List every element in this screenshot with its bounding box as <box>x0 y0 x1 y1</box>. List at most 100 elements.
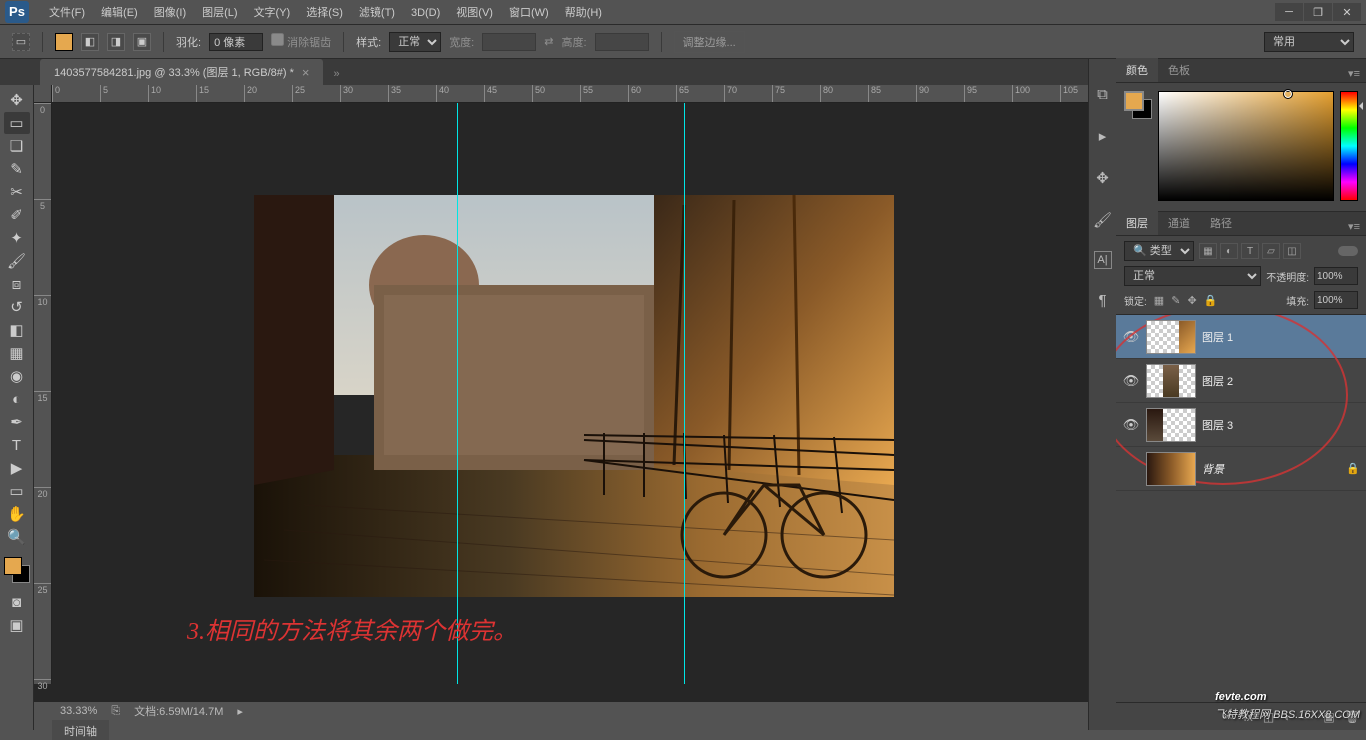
feather-input[interactable] <box>209 33 263 51</box>
paragraph-panel-icon[interactable]: ¶ <box>1092 289 1114 311</box>
menu-F[interactable]: 文件(F) <box>41 4 93 22</box>
channels-tab[interactable]: 通道 <box>1158 211 1200 235</box>
panel-menu-icon[interactable]: ▾≡ <box>1342 65 1366 82</box>
layers-menu-icon[interactable]: ▾≡ <box>1342 218 1366 235</box>
menu-W[interactable]: 窗口(W) <box>501 4 557 22</box>
quick-select-tool[interactable]: ✎ <box>4 158 30 180</box>
mode-icon-3[interactable]: ▣ <box>133 33 151 51</box>
menu-V[interactable]: 视图(V) <box>448 4 501 22</box>
minimize-button[interactable]: ─ <box>1275 3 1303 21</box>
filter-shape-icon[interactable]: ▱ <box>1262 243 1280 259</box>
lock-transparent-icon[interactable]: ▦ <box>1154 295 1164 307</box>
lock-position-icon[interactable]: ✥ <box>1188 295 1197 307</box>
actions-panel-icon[interactable]: ▸ <box>1092 125 1114 147</box>
menu-Y[interactable]: 文字(Y) <box>246 4 299 22</box>
swatches-tab[interactable]: 色板 <box>1158 58 1200 82</box>
move-tool[interactable]: ✥ <box>4 89 30 111</box>
color-field[interactable] <box>1158 91 1334 201</box>
filter-toggle[interactable] <box>1338 246 1358 256</box>
ruler-horizontal[interactable]: 0510152025303540455055606570758085909510… <box>52 85 1088 103</box>
menu-S[interactable]: 选择(S) <box>298 4 351 22</box>
menu-H[interactable]: 帮助(H) <box>557 4 610 22</box>
workspace-select[interactable]: 常用 <box>1264 32 1354 52</box>
layers-tab[interactable]: 图层 <box>1116 211 1158 235</box>
hand-tool[interactable]: ✋ <box>4 503 30 525</box>
menu-DD[interactable]: 3D(D) <box>403 4 448 22</box>
hue-slider[interactable] <box>1340 91 1358 201</box>
layer-visibility-icon[interactable]: 👁 <box>1122 417 1140 433</box>
layer-thumbnail[interactable] <box>1146 320 1196 354</box>
guide-2[interactable] <box>684 103 685 684</box>
dodge-tool[interactable]: ◐ <box>4 388 30 410</box>
status-arrow-icon[interactable]: ▸ <box>237 705 243 718</box>
paths-tab[interactable]: 路径 <box>1200 211 1242 235</box>
properties-panel-icon[interactable]: ✥ <box>1092 167 1114 189</box>
gradient-tool[interactable]: ▦ <box>4 342 30 364</box>
close-tab-icon[interactable]: × <box>302 65 310 80</box>
menu-I[interactable]: 图像(I) <box>146 4 194 22</box>
fill-input[interactable]: 100% <box>1314 291 1358 309</box>
layer-thumbnail[interactable] <box>1146 452 1196 486</box>
layer-row[interactable]: 👁 图层 1 <box>1116 315 1366 359</box>
screenmode-tool[interactable]: ▣ <box>4 614 30 636</box>
layer-visibility-icon[interactable]: 👁 <box>1122 329 1140 345</box>
color-tab[interactable]: 颜色 <box>1116 58 1158 82</box>
layer-name-label[interactable]: 图层 1 <box>1202 329 1360 345</box>
refine-edge-button[interactable]: 调整边缘... <box>674 31 745 53</box>
fill-swatch[interactable] <box>55 33 73 51</box>
crop-tool[interactable]: ✂ <box>4 181 30 203</box>
quickmask-tool[interactable]: ◙ <box>4 591 30 613</box>
pen-tool[interactable]: ✒ <box>4 411 30 433</box>
timeline-tab[interactable]: 时间轴 <box>52 720 109 740</box>
history-brush-tool[interactable]: ↺ <box>4 296 30 318</box>
healing-tool[interactable]: ✦ <box>4 227 30 249</box>
layer-name-label[interactable]: 图层 3 <box>1202 417 1360 433</box>
zoom-tool[interactable]: 🔍 <box>4 526 30 548</box>
layer-row[interactable]: 👁 图层 2 <box>1116 359 1366 403</box>
brush-tool[interactable]: 🖌 <box>4 250 30 272</box>
type-tool[interactable]: T <box>4 434 30 456</box>
color-swatches[interactable] <box>4 557 30 583</box>
layer-name-label[interactable]: 背景 <box>1202 461 1340 477</box>
marquee-tool[interactable]: ▭ <box>4 112 30 134</box>
stamp-tool[interactable]: ⧈ <box>4 273 30 295</box>
mode-icon-2[interactable]: ◨ <box>107 33 125 51</box>
blend-mode-select[interactable]: 正常 <box>1124 266 1261 286</box>
menu-L[interactable]: 图层(L) <box>194 4 245 22</box>
canvas-viewport[interactable]: 3.相同的方法将其余两个做完。 <box>52 103 1088 684</box>
blur-tool[interactable]: ◉ <box>4 365 30 387</box>
tab-overflow[interactable]: » <box>323 63 349 85</box>
document-tab[interactable]: 1403577584281.jpg @ 33.3% (图层 1, RGB/8#)… <box>40 59 323 85</box>
layer-filter-select[interactable]: 🔍 类型 <box>1124 241 1194 261</box>
history-panel-icon[interactable]: ⧉ <box>1092 83 1114 105</box>
layer-thumbnail[interactable] <box>1146 408 1196 442</box>
guide-1[interactable] <box>457 103 458 684</box>
eyedropper-tool[interactable]: ✐ <box>4 204 30 226</box>
color-panel-swatches[interactable] <box>1124 91 1152 119</box>
menu-T[interactable]: 滤镜(T) <box>351 4 403 22</box>
export-icon[interactable]: ⎘ <box>111 705 120 718</box>
layer-thumbnail[interactable] <box>1146 364 1196 398</box>
eraser-tool[interactable]: ◧ <box>4 319 30 341</box>
filter-pixel-icon[interactable]: ▦ <box>1199 243 1217 259</box>
fg-color-swatch[interactable] <box>4 557 22 575</box>
shape-tool[interactable]: ▭ <box>4 480 30 502</box>
lasso-tool[interactable]: ❏ <box>4 135 30 157</box>
filter-adjust-icon[interactable]: ◐ <box>1220 243 1238 259</box>
layer-name-label[interactable]: 图层 2 <box>1202 373 1360 389</box>
layer-row[interactable]: 背景🔒 <box>1116 447 1366 491</box>
panel-fg-swatch[interactable] <box>1124 91 1144 111</box>
close-button[interactable]: ✕ <box>1333 3 1361 21</box>
brush-panel-icon[interactable]: 🖌 <box>1092 209 1114 231</box>
opacity-input[interactable]: 100% <box>1314 267 1358 285</box>
ruler-vertical[interactable]: 051015202530 <box>34 103 52 684</box>
lock-pixels-icon[interactable]: ✎ <box>1171 295 1180 307</box>
layer-visibility-icon[interactable]: 👁 <box>1122 373 1140 389</box>
filter-type-icon[interactable]: T <box>1241 243 1259 259</box>
zoom-value[interactable]: 33.33% <box>60 705 97 717</box>
path-select-tool[interactable]: ▶ <box>4 457 30 479</box>
mode-icon-1[interactable]: ◧ <box>81 33 99 51</box>
style-select[interactable]: 正常 <box>389 32 441 52</box>
marquee-tool-icon[interactable]: ▭ <box>12 33 30 51</box>
char-panel-icon[interactable]: A| <box>1094 251 1112 269</box>
